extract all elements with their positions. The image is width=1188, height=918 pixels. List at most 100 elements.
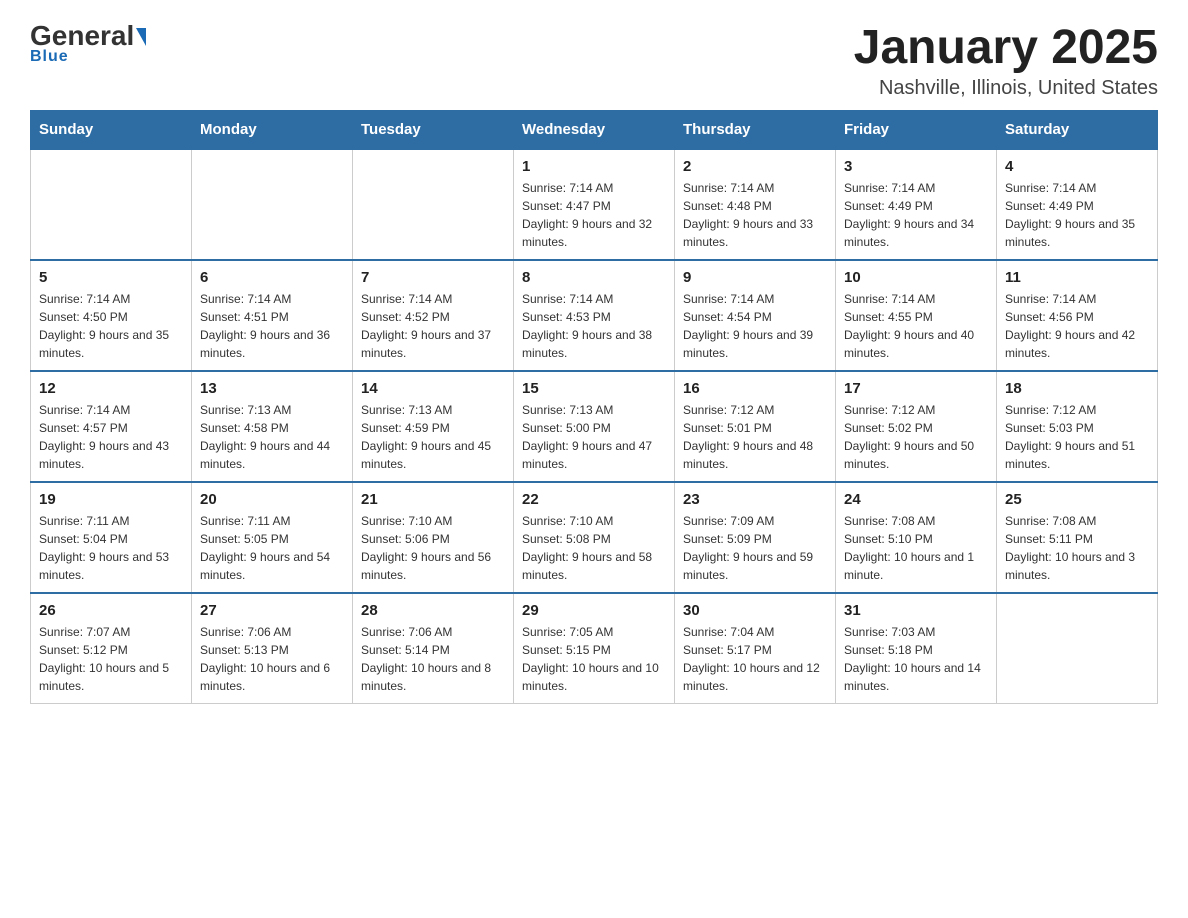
day-info: Sunrise: 7:10 AM Sunset: 5:08 PM Dayligh… (522, 512, 666, 584)
day-info: Sunrise: 7:06 AM Sunset: 5:14 PM Dayligh… (361, 623, 505, 695)
day-number: 17 (844, 380, 988, 397)
day-header-sunday: Sunday (31, 111, 192, 150)
day-header-saturday: Saturday (997, 111, 1158, 150)
day-number: 12 (39, 380, 183, 397)
day-info: Sunrise: 7:08 AM Sunset: 5:11 PM Dayligh… (1005, 512, 1149, 584)
calendar-day-11: 11Sunrise: 7:14 AM Sunset: 4:56 PM Dayli… (997, 260, 1158, 371)
day-info: Sunrise: 7:03 AM Sunset: 5:18 PM Dayligh… (844, 623, 988, 695)
calendar-day-5: 5 Sunrise: 7:14 AM Sunset: 4:50 PM Daylig… (31, 260, 192, 371)
day-number: 25 (1005, 491, 1149, 508)
calendar-day-30: 30 Sunrise: 7:04 AM Sunset: 5:17 PM Dayli… (675, 593, 836, 704)
calendar-day-18: 18 Sunrise: 7:12 AM Sunset: 5:03 PM Dayli… (997, 371, 1158, 482)
calendar-day-1: 1Sunrise: 7:14 AM Sunset: 4:47 PM Daylig… (514, 149, 675, 260)
calendar-header-row: SundayMondayTuesdayWednesdayThursdayFrid… (31, 111, 1158, 150)
day-number: 26 (39, 602, 183, 619)
day-info: Sunrise: 7:10 AM Sunset: 5:06 PM Dayligh… (361, 512, 505, 584)
day-info: Sunrise: 7:14 AM Sunset: 4:56 PM Dayligh… (1005, 290, 1149, 362)
month-title: January 2025 (854, 20, 1158, 75)
calendar-week-3: 12 Sunrise: 7:14 AM Sunset: 4:57 PM Dayli… (31, 371, 1158, 482)
day-info: Sunrise: 7:06 AM Sunset: 5:13 PM Dayligh… (200, 623, 344, 695)
day-info: Sunrise: 7:05 AM Sunset: 5:15 PM Dayligh… (522, 623, 666, 695)
day-info: Sunrise: 7:14 AM Sunset: 4:49 PM Dayligh… (844, 179, 988, 251)
day-info: Sunrise: 7:04 AM Sunset: 5:17 PM Dayligh… (683, 623, 827, 695)
calendar-week-2: 5 Sunrise: 7:14 AM Sunset: 4:50 PM Daylig… (31, 260, 1158, 371)
day-number: 21 (361, 491, 505, 508)
calendar-day-25: 25 Sunrise: 7:08 AM Sunset: 5:11 PM Dayli… (997, 482, 1158, 593)
day-number: 22 (522, 491, 666, 508)
calendar-week-5: 26 Sunrise: 7:07 AM Sunset: 5:12 PM Dayli… (31, 593, 1158, 704)
day-info: Sunrise: 7:08 AM Sunset: 5:10 PM Dayligh… (844, 512, 988, 584)
logo-triangle-icon (136, 28, 146, 46)
calendar-week-4: 19Sunrise: 7:11 AM Sunset: 5:04 PM Dayli… (31, 482, 1158, 593)
location-subtitle: Nashville, Illinois, United States (854, 77, 1158, 100)
day-info: Sunrise: 7:12 AM Sunset: 5:03 PM Dayligh… (1005, 401, 1149, 473)
day-number: 1 (522, 158, 666, 175)
calendar-day-9: 9Sunrise: 7:14 AM Sunset: 4:54 PM Daylig… (675, 260, 836, 371)
calendar-day-13: 13 Sunrise: 7:13 AM Sunset: 4:58 PM Dayli… (192, 371, 353, 482)
empty-cell (192, 149, 353, 260)
day-number: 6 (200, 269, 344, 286)
day-number: 8 (522, 269, 666, 286)
day-number: 28 (361, 602, 505, 619)
day-info: Sunrise: 7:07 AM Sunset: 5:12 PM Dayligh… (39, 623, 183, 695)
day-info: Sunrise: 7:09 AM Sunset: 5:09 PM Dayligh… (683, 512, 827, 584)
calendar-day-14: 14 Sunrise: 7:13 AM Sunset: 4:59 PM Dayli… (353, 371, 514, 482)
calendar-day-22: 22 Sunrise: 7:10 AM Sunset: 5:08 PM Dayli… (514, 482, 675, 593)
day-header-monday: Monday (192, 111, 353, 150)
day-header-thursday: Thursday (675, 111, 836, 150)
day-number: 2 (683, 158, 827, 175)
calendar-day-28: 28 Sunrise: 7:06 AM Sunset: 5:14 PM Dayli… (353, 593, 514, 704)
day-info: Sunrise: 7:14 AM Sunset: 4:55 PM Dayligh… (844, 290, 988, 362)
day-info: Sunrise: 7:14 AM Sunset: 4:50 PM Dayligh… (39, 290, 183, 362)
day-info: Sunrise: 7:14 AM Sunset: 4:53 PM Dayligh… (522, 290, 666, 362)
calendar-day-2: 2 Sunrise: 7:14 AM Sunset: 4:48 PM Daylig… (675, 149, 836, 260)
day-header-friday: Friday (836, 111, 997, 150)
day-number: 30 (683, 602, 827, 619)
day-info: Sunrise: 7:13 AM Sunset: 4:59 PM Dayligh… (361, 401, 505, 473)
calendar-day-29: 29 Sunrise: 7:05 AM Sunset: 5:15 PM Dayli… (514, 593, 675, 704)
day-number: 20 (200, 491, 344, 508)
calendar-day-26: 26 Sunrise: 7:07 AM Sunset: 5:12 PM Dayli… (31, 593, 192, 704)
day-info: Sunrise: 7:14 AM Sunset: 4:48 PM Dayligh… (683, 179, 827, 251)
calendar-table: SundayMondayTuesdayWednesdayThursdayFrid… (30, 110, 1158, 704)
day-header-tuesday: Tuesday (353, 111, 514, 150)
day-number: 16 (683, 380, 827, 397)
calendar-day-15: 15 Sunrise: 7:13 AM Sunset: 5:00 PM Dayli… (514, 371, 675, 482)
day-number: 4 (1005, 158, 1149, 175)
day-info: Sunrise: 7:11 AM Sunset: 5:05 PM Dayligh… (200, 512, 344, 584)
calendar-day-17: 17 Sunrise: 7:12 AM Sunset: 5:02 PM Dayli… (836, 371, 997, 482)
day-number: 18 (1005, 380, 1149, 397)
day-number: 29 (522, 602, 666, 619)
calendar-day-8: 8 Sunrise: 7:14 AM Sunset: 4:53 PM Daylig… (514, 260, 675, 371)
day-header-wednesday: Wednesday (514, 111, 675, 150)
calendar-day-3: 3 Sunrise: 7:14 AM Sunset: 4:49 PM Daylig… (836, 149, 997, 260)
empty-cell (353, 149, 514, 260)
day-info: Sunrise: 7:13 AM Sunset: 5:00 PM Dayligh… (522, 401, 666, 473)
calendar-day-16: 16 Sunrise: 7:12 AM Sunset: 5:01 PM Dayli… (675, 371, 836, 482)
day-number: 19 (39, 491, 183, 508)
calendar-day-19: 19Sunrise: 7:11 AM Sunset: 5:04 PM Dayli… (31, 482, 192, 593)
calendar-day-12: 12 Sunrise: 7:14 AM Sunset: 4:57 PM Dayli… (31, 371, 192, 482)
day-info: Sunrise: 7:13 AM Sunset: 4:58 PM Dayligh… (200, 401, 344, 473)
day-info: Sunrise: 7:14 AM Sunset: 4:57 PM Dayligh… (39, 401, 183, 473)
day-info: Sunrise: 7:12 AM Sunset: 5:01 PM Dayligh… (683, 401, 827, 473)
page-header: General Blue January 2025 Nashville, Ill… (30, 20, 1158, 100)
calendar-day-31: 31 Sunrise: 7:03 AM Sunset: 5:18 PM Dayli… (836, 593, 997, 704)
day-number: 24 (844, 491, 988, 508)
day-number: 13 (200, 380, 344, 397)
title-area: January 2025 Nashville, Illinois, United… (854, 20, 1158, 100)
day-number: 14 (361, 380, 505, 397)
empty-cell (31, 149, 192, 260)
day-number: 27 (200, 602, 344, 619)
calendar-day-7: 7Sunrise: 7:14 AM Sunset: 4:52 PM Daylig… (353, 260, 514, 371)
day-number: 5 (39, 269, 183, 286)
day-info: Sunrise: 7:12 AM Sunset: 5:02 PM Dayligh… (844, 401, 988, 473)
day-number: 7 (361, 269, 505, 286)
calendar-week-1: 1Sunrise: 7:14 AM Sunset: 4:47 PM Daylig… (31, 149, 1158, 260)
day-number: 15 (522, 380, 666, 397)
day-number: 31 (844, 602, 988, 619)
empty-cell (997, 593, 1158, 704)
day-number: 9 (683, 269, 827, 286)
day-number: 3 (844, 158, 988, 175)
calendar-day-24: 24 Sunrise: 7:08 AM Sunset: 5:10 PM Dayli… (836, 482, 997, 593)
